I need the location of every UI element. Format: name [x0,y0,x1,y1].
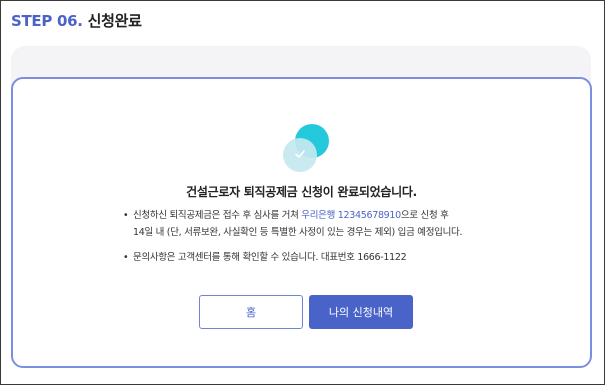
step-number: STEP 06. [11,12,83,30]
page-frame: STEP 06. 신청완료 건설근로자 퇴직공제금 신청이 완료되었습니다. 신… [0,0,605,385]
bank-account-text: 우리은행 12345678910 [301,210,401,221]
notice-item-contact: 문의사항은 고객센터를 통해 확인할 수 있습니다. 대표번호 1666-112… [123,249,503,266]
completion-headline: 건설근로자 퇴직공제금 신청이 완료되었습니다. [186,185,417,199]
check-circle-icon [283,124,343,174]
my-applications-button[interactable]: 나의 신청내역 [309,295,413,329]
page-title: STEP 06. 신청완료 [11,10,142,31]
notice-text: 신청하신 퇴직공제금은 접수 후 심사를 거쳐 [133,210,302,221]
notice-list: 신청하신 퇴직공제금은 접수 후 심사를 거쳐 우리은행 12345678910… [123,207,503,266]
notice-text-tail: 으로 신청 후 [400,210,449,221]
completion-card: 건설근로자 퇴직공제금 신청이 완료되었습니다. 신청하신 퇴직공제금은 접수 … [11,77,592,368]
notice-item-payment: 신청하신 퇴직공제금은 접수 후 심사를 거쳐 우리은행 12345678910… [123,207,503,241]
checkmark-icon [295,150,305,158]
contact-text: 문의사항은 고객센터를 통해 확인할 수 있습니다. 대표번호 1666-112… [133,252,407,263]
notice-text-line2: 14일 내 (단, 서류보완, 사실확인 등 특별한 사정이 있는 경우는 제외… [133,227,463,238]
step-name: 신청완료 [87,12,142,30]
home-button[interactable]: 홈 [199,295,303,329]
